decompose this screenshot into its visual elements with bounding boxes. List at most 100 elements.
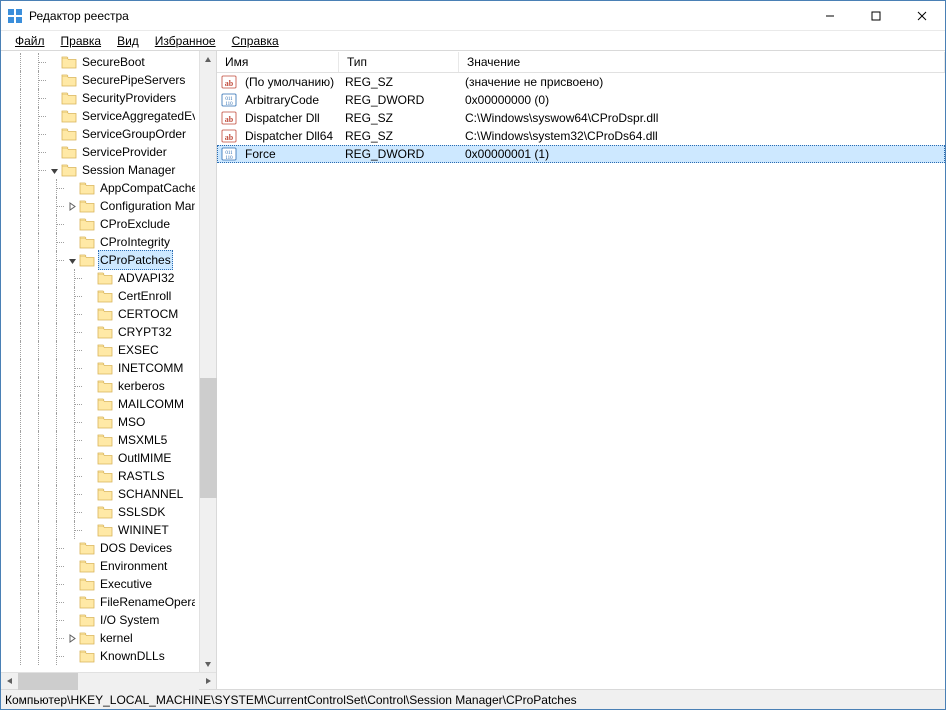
value-data: C:\Windows\syswow64\CProDspr.dll [457, 111, 945, 125]
folder-icon [79, 595, 95, 609]
scroll-thumb[interactable] [200, 378, 217, 498]
tree-item[interactable]: Environment [1, 557, 199, 575]
value-data: C:\Windows\system32\CProDs64.dll [457, 129, 945, 143]
tree-label: EXSEC [116, 341, 161, 359]
tree-leaf [47, 55, 61, 69]
value-name: Dispatcher Dll [237, 111, 337, 125]
tree-item[interactable]: KnownDLLs [1, 647, 199, 665]
tree-item[interactable]: ADVAPI32 [1, 269, 199, 287]
menu-view[interactable]: Вид [109, 33, 147, 49]
tree-item[interactable]: CProIntegrity [1, 233, 199, 251]
tree-item[interactable]: Executive [1, 575, 199, 593]
value-name: Force [237, 147, 337, 161]
scroll-left-icon[interactable] [1, 673, 18, 690]
folder-icon [79, 541, 95, 555]
tree-item[interactable]: SecurityProviders [1, 89, 199, 107]
tree-item[interactable]: ServiceAggregatedEvents [1, 107, 199, 125]
tree-leaf [83, 451, 97, 465]
value-row[interactable]: abDispatcher Dll64REG_SZC:\Windows\syste… [217, 127, 945, 145]
tree-hscroll[interactable] [1, 672, 216, 689]
tree-item[interactable]: CProExclude [1, 215, 199, 233]
value-row[interactable]: 011110ForceREG_DWORD0x00000001 (1) [217, 145, 945, 163]
scroll-down-icon[interactable] [200, 655, 216, 672]
folder-icon [97, 343, 113, 357]
tree-label: kernel [98, 629, 135, 647]
scroll-thumb[interactable] [18, 673, 78, 690]
tree-label: CProPatches [98, 250, 173, 270]
tree-item[interactable]: FileRenameOperations [1, 593, 199, 611]
tree-item[interactable]: MSO [1, 413, 199, 431]
value-row[interactable]: ab(По умолчанию)REG_SZ(значение не присв… [217, 73, 945, 91]
tree-label: ServiceGroupOrder [80, 125, 188, 143]
folder-icon [79, 559, 95, 573]
tree-item[interactable]: INETCOMM [1, 359, 199, 377]
menu-help[interactable]: Справка [224, 33, 287, 49]
tree-item[interactable]: CRYPT32 [1, 323, 199, 341]
tree-item[interactable]: ServiceProvider [1, 143, 199, 161]
tree-leaf [83, 325, 97, 339]
chevron-down-icon[interactable] [65, 253, 79, 267]
values-pane: Имя Тип Значение ab(По умолчанию)REG_SZ(… [217, 51, 945, 689]
scroll-right-icon[interactable] [199, 673, 216, 690]
tree-leaf [65, 613, 79, 627]
col-type[interactable]: Тип [339, 52, 459, 72]
list-header[interactable]: Имя Тип Значение [217, 51, 945, 73]
tree-item[interactable]: Session Manager [1, 161, 199, 179]
minimize-button[interactable] [807, 1, 853, 31]
tree-item[interactable]: EXSEC [1, 341, 199, 359]
menu-favorites[interactable]: Избранное [147, 33, 224, 49]
tree-item[interactable]: CProPatches [1, 251, 199, 269]
tree-item[interactable]: MAILCOMM [1, 395, 199, 413]
menubar: Файл Правка Вид Избранное Справка [1, 31, 945, 51]
tree-item[interactable]: kernel [1, 629, 199, 647]
tree-item[interactable]: AppCompatCache [1, 179, 199, 197]
tree-item[interactable]: SecurePipeServers [1, 71, 199, 89]
folder-icon [97, 451, 113, 465]
tree-leaf [65, 649, 79, 663]
tree-item[interactable]: CertEnroll [1, 287, 199, 305]
value-data: 0x00000000 (0) [457, 93, 945, 107]
tree-leaf [83, 397, 97, 411]
tree-item[interactable]: I/O System [1, 611, 199, 629]
folder-icon [61, 109, 77, 123]
tree-item[interactable]: OutlMIME [1, 449, 199, 467]
col-data[interactable]: Значение [459, 52, 945, 72]
scroll-up-icon[interactable] [200, 51, 216, 68]
folder-icon [97, 289, 113, 303]
tree-label: INETCOMM [116, 359, 185, 377]
tree-vscroll[interactable] [199, 51, 216, 672]
menu-edit[interactable]: Правка [53, 33, 110, 49]
tree-item[interactable]: DOS Devices [1, 539, 199, 557]
tree-item[interactable]: RASTLS [1, 467, 199, 485]
tree-leaf [47, 127, 61, 141]
tree-label: CertEnroll [116, 287, 173, 305]
tree-item[interactable]: CERTOCM [1, 305, 199, 323]
registry-tree[interactable]: SecureBootSecurePipeServersSecurityProvi… [1, 51, 199, 665]
tree-item[interactable]: SCHANNEL [1, 485, 199, 503]
tree-item[interactable]: WININET [1, 521, 199, 539]
col-name[interactable]: Имя [217, 52, 339, 72]
svg-text:ab: ab [225, 79, 234, 88]
value-row[interactable]: 011110ArbitraryCodeREG_DWORD0x00000000 (… [217, 91, 945, 109]
tree-label: SSLSDK [116, 503, 167, 521]
value-row[interactable]: abDispatcher DllREG_SZC:\Windows\syswow6… [217, 109, 945, 127]
tree-item[interactable]: Configuration Manager [1, 197, 199, 215]
chevron-down-icon[interactable] [47, 163, 61, 177]
tree-item[interactable]: kerberos [1, 377, 199, 395]
folder-icon [61, 163, 77, 177]
value-data: (значение не присвоено) [457, 75, 945, 89]
chevron-right-icon[interactable] [65, 631, 79, 645]
menu-file[interactable]: Файл [7, 33, 53, 49]
tree-item[interactable]: MSXML5 [1, 431, 199, 449]
tree-leaf [83, 415, 97, 429]
folder-icon [79, 199, 95, 213]
folder-icon [79, 649, 95, 663]
tree-item[interactable]: ServiceGroupOrder [1, 125, 199, 143]
svg-text:ab: ab [225, 115, 234, 124]
tree-item[interactable]: SecureBoot [1, 53, 199, 71]
close-button[interactable] [899, 1, 945, 31]
chevron-right-icon[interactable] [65, 199, 79, 213]
values-list[interactable]: ab(По умолчанию)REG_SZ(значение не присв… [217, 73, 945, 689]
maximize-button[interactable] [853, 1, 899, 31]
tree-item[interactable]: SSLSDK [1, 503, 199, 521]
